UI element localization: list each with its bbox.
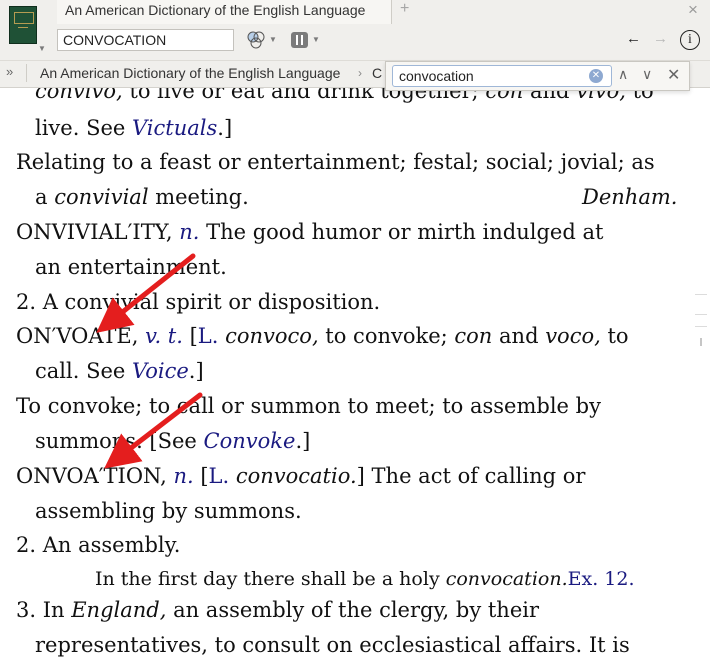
panels-chevron-down-icon[interactable]: ▼ — [312, 35, 320, 44]
scroll-marker — [695, 314, 707, 315]
text-line: 3. In England, an assembly of the clergy… — [16, 598, 540, 622]
resources-circles-icon[interactable] — [245, 31, 267, 49]
find-previous-button[interactable]: ∧ — [618, 66, 628, 83]
book-menu-chevron-down-icon[interactable]: ▼ — [38, 44, 46, 53]
breadcrumb-chevron-icon: › — [358, 66, 362, 80]
scrollbar-track[interactable] — [691, 88, 710, 662]
close-tab-button[interactable]: × — [688, 0, 698, 20]
crossref-link-convoke[interactable]: Convoke — [204, 429, 296, 453]
quotation-line: In the first day there shall be a holy c… — [95, 568, 635, 590]
scroll-thumb[interactable] — [700, 338, 702, 346]
breadcrumb-divider — [26, 64, 27, 82]
text-line: a convivial meeting. — [35, 185, 249, 209]
book-thumbnail-icon[interactable] — [9, 6, 37, 44]
tab-dictionary[interactable]: An American Dictionary of the English La… — [57, 0, 392, 24]
crossref-link-victuals[interactable]: Victuals — [132, 116, 217, 140]
reference-search-input[interactable] — [57, 29, 234, 51]
text-line: summons. [See Convoke.] — [35, 429, 311, 453]
back-arrow-icon[interactable]: ← — [626, 30, 641, 47]
breadcrumb-overflow-icon[interactable]: » — [6, 64, 13, 79]
tab-title: An American Dictionary of the English La… — [65, 2, 366, 18]
entry-headword-line: ONVIVIAL′ITY, n. The good humor or mirth… — [16, 220, 604, 244]
text-line: representatives, to consult on ecclesias… — [35, 633, 630, 657]
clear-find-icon[interactable]: ✕ — [589, 69, 603, 83]
entry-headword-line: ONVOA′TION, n. [L. convocatio.] The act … — [16, 464, 586, 488]
scroll-marker — [695, 294, 707, 295]
text-line: an entertainment. — [35, 255, 227, 279]
find-next-button[interactable]: ∨ — [642, 66, 652, 83]
resources-chevron-down-icon[interactable]: ▼ — [269, 35, 277, 44]
dictionary-text: convivo, to live or eat and drink togeth… — [0, 88, 690, 662]
add-tab-button[interactable]: + — [400, 0, 409, 18]
breadcrumb-item-book[interactable]: An American Dictionary of the English La… — [40, 65, 340, 81]
find-input[interactable] — [392, 65, 612, 87]
close-find-button[interactable]: ✕ — [667, 65, 680, 85]
breadcrumb-item-section[interactable]: C — [372, 65, 382, 81]
scroll-marker — [695, 326, 707, 327]
info-icon[interactable]: i — [680, 30, 700, 50]
text-line: live. See Victuals.] — [35, 116, 233, 140]
text-line: assembling by summons. — [35, 499, 302, 523]
forward-arrow-icon[interactable]: → — [653, 30, 668, 47]
text-line: call. See Voice.] — [35, 359, 204, 383]
text-line: To convoke; to call or summon to meet; t… — [16, 394, 601, 418]
crossref-link-voice[interactable]: Voice — [132, 359, 189, 383]
entry-headword-line: ON′VOATE, v. t. [L. convoco, to convoke;… — [16, 324, 629, 348]
panels-icon[interactable] — [291, 32, 308, 48]
text-line: Relating to a feast or entertainment; fe… — [16, 150, 655, 174]
find-in-page-bar: ✕ ∧ ∨ ✕ — [385, 61, 690, 91]
text-line: 2. An assembly. — [16, 533, 181, 557]
author-citation: Denham. — [582, 185, 678, 209]
text-line: 2. A convivial spirit or disposition. — [16, 290, 381, 314]
scripture-link-ex-12[interactable]: Ex. 12. — [568, 568, 635, 590]
